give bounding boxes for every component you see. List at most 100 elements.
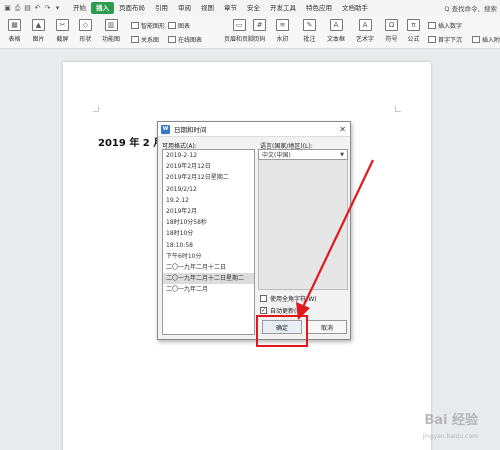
tab-8[interactable]: 开发工具 xyxy=(265,2,301,14)
screenshot-label: 截屏 xyxy=(56,36,69,43)
page-number-button[interactable]: # 页码 xyxy=(253,19,266,43)
menu-bar: ▣ ⎙ ▤ ↶ ↷ ▾ 开始 插入 页面布局 引用 审阅 视图 章节 安全 开发工具 特色应用 文档… xyxy=(0,0,500,16)
tab-1[interactable]: 插入 xyxy=(91,2,114,14)
preview-icon[interactable]: ▤ xyxy=(23,4,32,13)
format-list-item[interactable]: 18:10:58 xyxy=(163,240,254,251)
tab-3[interactable]: 引用 xyxy=(150,2,173,14)
page-number-icon: # xyxy=(253,19,266,31)
insert-number-icon xyxy=(428,22,436,29)
screenshot-button[interactable]: ✂ 截屏 xyxy=(56,19,69,43)
checkbox-box[interactable] xyxy=(260,295,267,302)
close-icon[interactable]: ✕ xyxy=(339,125,346,134)
tab-6[interactable]: 章节 xyxy=(219,2,242,14)
language-select[interactable]: 中文(中国) ▼ xyxy=(258,149,348,160)
table-button[interactable]: ▦ 表格 xyxy=(8,19,21,43)
margin-corner-top-right xyxy=(395,106,401,112)
watermark-logo: Bai 经验 xyxy=(424,413,478,428)
use-fullwidth-label: 使用全角字符(W) xyxy=(270,296,317,303)
watermark-url: jingyan.baidu.com xyxy=(422,433,478,440)
chart-button[interactable]: 图表 xyxy=(168,21,190,30)
shape-label: 形状 xyxy=(79,36,92,43)
header-footer-button[interactable]: ▭ 页眉和页脚 xyxy=(224,19,254,43)
wordart-button[interactable]: A 艺术字 xyxy=(356,19,374,43)
dialog-title: 日期和时间 xyxy=(174,126,207,134)
cancel-button[interactable]: 取消 xyxy=(307,320,347,334)
redo-icon[interactable]: ↷ xyxy=(43,4,52,13)
auto-update-label: 自动更新(U) xyxy=(270,308,304,315)
relationship-button[interactable]: 关系图 xyxy=(131,35,159,44)
symbol-label: 符号 xyxy=(385,36,398,43)
dialog-titlebar[interactable]: W 日期和时间 ✕ xyxy=(158,122,350,137)
insert-attachment-button[interactable]: 插入附件 xyxy=(472,35,500,44)
textbox-label: 文本框 xyxy=(327,36,346,43)
comment-button[interactable]: ✎ 批注 xyxy=(303,19,316,43)
table-label: 表格 xyxy=(8,36,21,43)
formula-button[interactable]: π 公式 xyxy=(407,19,420,43)
watermark-button[interactable]: ≋ 水印 xyxy=(276,19,289,43)
format-list-item[interactable]: 二〇一九年二月十二日星期二 xyxy=(163,273,254,285)
format-list-item[interactable]: 2019-2-12 xyxy=(163,150,254,161)
date-time-dialog: W 日期和时间 ✕ 可用格式(A): 2019-2-12 2019年2月12日 20… xyxy=(157,121,351,340)
format-list-item[interactable]: 19.2.12 xyxy=(163,195,254,206)
omega-icon: Ω xyxy=(385,19,398,31)
format-list-item[interactable]: 18时10分58秒 xyxy=(163,217,254,228)
tab-0[interactable]: 开始 xyxy=(68,2,91,14)
use-fullwidth-checkbox[interactable]: 使用全角字符(W) xyxy=(260,294,317,303)
tab-4[interactable]: 审阅 xyxy=(173,2,196,14)
header-footer-label: 页眉和页脚 xyxy=(224,36,255,43)
page-number-label: 页码 xyxy=(253,36,266,43)
tab-9[interactable]: 特色应用 xyxy=(301,2,337,14)
checkbox-box[interactable]: ✓ xyxy=(260,307,267,314)
highlight-box xyxy=(256,315,308,347)
textbox-icon: A xyxy=(329,19,343,31)
smart-graphic-button[interactable]: 智能图形 xyxy=(131,21,165,30)
textbox-button[interactable]: A 文本框 xyxy=(327,19,345,43)
format-list-item[interactable]: 2019/2/12 xyxy=(163,184,254,195)
format-list-item[interactable]: 2019年2月12日 xyxy=(163,161,254,172)
shape-button[interactable]: ◇ 形状 xyxy=(79,19,92,43)
picture-label: 图片 xyxy=(32,36,45,43)
dropdown-icon[interactable]: ▾ xyxy=(53,4,62,13)
save-icon[interactable]: ▣ xyxy=(3,4,12,13)
screenshot-icon: ✂ xyxy=(56,19,69,31)
shape-icon: ◇ xyxy=(79,19,92,31)
symbol-button[interactable]: Ω 符号 xyxy=(385,19,398,43)
margin-corner-top-left xyxy=(93,106,99,112)
function-chart-icon: ▥ xyxy=(104,19,118,31)
function-chart-button[interactable]: ▥ 功能图 xyxy=(102,19,120,43)
format-list-item[interactable]: 二〇一九年二月 xyxy=(163,284,254,295)
chevron-down-icon: ▼ xyxy=(340,151,344,158)
attachment-icon xyxy=(472,36,480,43)
wordart-icon: A xyxy=(358,19,372,31)
auto-update-checkbox[interactable]: ✓ 自动更新(U) xyxy=(260,306,303,315)
online-chart-icon xyxy=(168,36,176,43)
insert-number-button[interactable]: 插入数字 xyxy=(428,21,462,30)
insert-attachment-label: 插入附件 xyxy=(482,37,500,44)
tab-7[interactable]: 安全 xyxy=(242,2,265,14)
format-list[interactable]: 2019-2-12 2019年2月12日 2019年2月12日星期二 2019/2/1… xyxy=(162,149,255,335)
format-list-item[interactable]: 18时10分 xyxy=(163,228,254,239)
document-text[interactable]: 2019 年 2 月 xyxy=(98,134,163,149)
search-command-text[interactable]: Q 查找命令、搜索 xyxy=(444,3,497,13)
tab-10[interactable]: 文档助手 xyxy=(337,2,373,14)
format-list-item[interactable]: 2019年2月12日星期二 xyxy=(163,172,254,183)
first-letter-button[interactable]: 首字下沉 xyxy=(428,35,462,44)
chart-icon xyxy=(168,22,176,29)
format-list-item[interactable]: 下午6时10分 xyxy=(163,251,254,262)
app-icon: W xyxy=(161,124,170,134)
relationship-icon xyxy=(131,36,139,43)
format-list-item[interactable]: 2019年2月 xyxy=(163,206,254,217)
format-list-item[interactable]: 二〇一九年二月十二日 xyxy=(163,262,254,273)
print-icon[interactable]: ⎙ xyxy=(13,4,22,13)
tab-5[interactable]: 视图 xyxy=(196,2,219,14)
tab-2[interactable]: 页面布局 xyxy=(114,2,150,14)
watermark-label: 水印 xyxy=(276,36,289,43)
online-chart-button[interactable]: 在线图表 xyxy=(168,35,202,44)
watermark-icon: ≋ xyxy=(276,19,289,31)
comment-icon: ✎ xyxy=(303,19,316,31)
undo-icon[interactable]: ↶ xyxy=(33,4,42,13)
picture-button[interactable]: ▲ 图片 xyxy=(32,19,45,43)
picture-icon: ▲ xyxy=(32,19,45,31)
online-chart-label: 在线图表 xyxy=(178,37,203,44)
search-command[interactable]: Q 查找命令、搜索 xyxy=(444,3,500,13)
